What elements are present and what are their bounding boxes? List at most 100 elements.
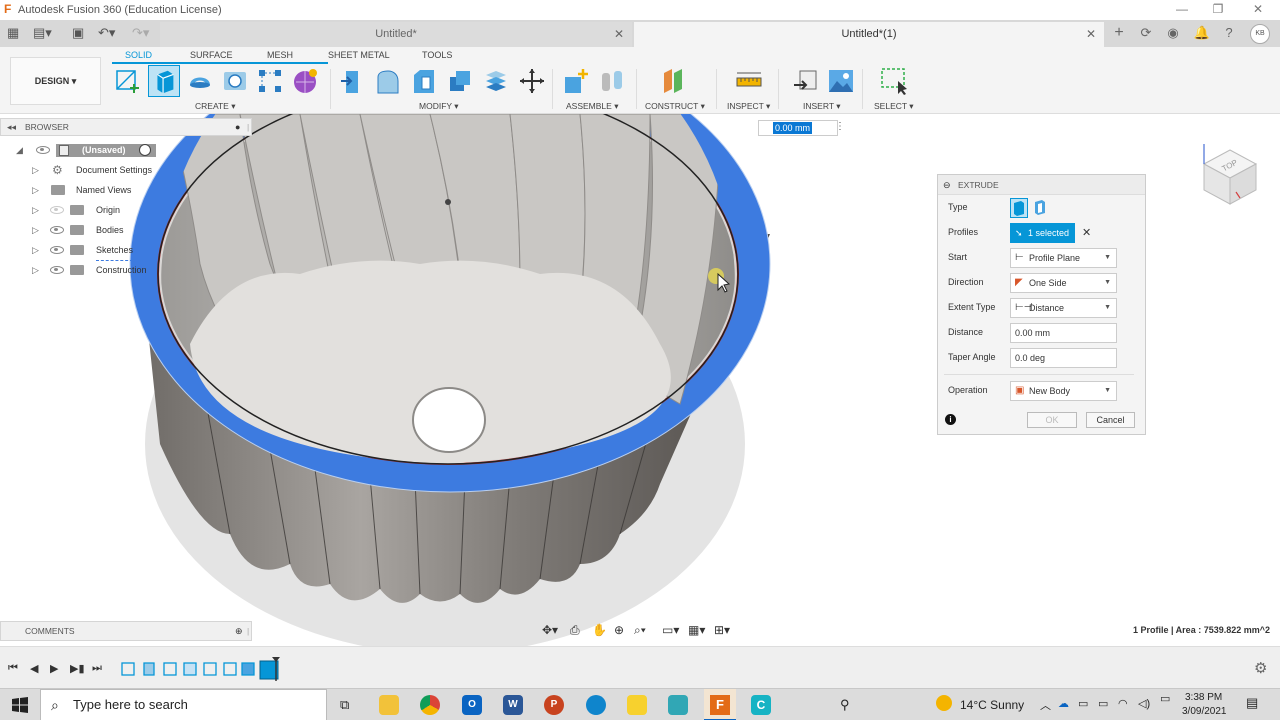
save-icon[interactable]: ▣ bbox=[72, 25, 84, 41]
display-settings-icon[interactable]: ▭▾ bbox=[662, 623, 679, 637]
tab-untitled[interactable]: Untitled* ✕ bbox=[160, 22, 632, 47]
expand-triangle-icon[interactable]: ▷ bbox=[32, 180, 39, 200]
type-solid-icon[interactable] bbox=[1010, 198, 1028, 218]
insert-canvas-icon[interactable] bbox=[827, 67, 855, 95]
timeline-settings-gear-icon[interactable]: ⚙ bbox=[1254, 659, 1267, 677]
press-pull-icon[interactable] bbox=[338, 67, 366, 95]
look-at-icon[interactable]: ⎙ bbox=[570, 623, 580, 638]
fit-icon[interactable]: ⌕▾ bbox=[634, 623, 646, 638]
sticky-notes-icon[interactable] bbox=[627, 695, 647, 715]
expand-triangle-icon[interactable]: ▷ bbox=[32, 240, 39, 260]
keyboard-layout-icon[interactable]: ▭ bbox=[1160, 692, 1170, 705]
timeline-features[interactable] bbox=[118, 657, 288, 681]
extent-dropdown[interactable]: ⊢⊣ Distance ▼ bbox=[1010, 298, 1117, 318]
create-sketch-icon[interactable] bbox=[114, 67, 142, 95]
cancel-button[interactable]: Cancel bbox=[1086, 412, 1135, 428]
assemble-menu[interactable]: ASSEMBLE ▾ bbox=[566, 101, 618, 112]
outlook-icon[interactable]: O bbox=[462, 695, 482, 715]
viewports-icon[interactable]: ⊞▾ bbox=[714, 623, 730, 637]
collapse-triangle-icon[interactable]: ◢ bbox=[16, 140, 23, 160]
tab-mesh[interactable]: MESH bbox=[267, 50, 293, 60]
task-view-icon[interactable]: ⧉ bbox=[340, 697, 349, 713]
distance-input-overlay[interactable]: 0.00 mm ⋮ bbox=[758, 120, 845, 136]
close-tab-icon[interactable]: ✕ bbox=[614, 22, 624, 47]
shell-icon[interactable] bbox=[446, 67, 474, 95]
people-icon[interactable]: ⚲ bbox=[840, 697, 850, 713]
browser-item-bodies[interactable]: ▷ Bodies bbox=[0, 220, 252, 240]
volume-icon[interactable]: ◁) bbox=[1138, 697, 1150, 710]
minimize-icon[interactable]: — bbox=[1172, 2, 1192, 16]
powerpoint-icon[interactable]: P bbox=[544, 695, 564, 715]
profiles-selection-button[interactable]: ➘ 1 selected bbox=[1010, 223, 1075, 243]
visibility-eye-icon[interactable] bbox=[50, 226, 64, 234]
browser-item-document-settings[interactable]: ▷ ⚙ Document Settings bbox=[0, 160, 252, 180]
select-menu[interactable]: SELECT ▾ bbox=[874, 101, 914, 112]
pin-icon[interactable]: ● bbox=[235, 119, 240, 135]
file-menu-icon[interactable]: ▤▾ bbox=[33, 25, 52, 41]
collapse-dialog-icon[interactable]: ⊖ bbox=[943, 175, 951, 195]
app-grid-icon[interactable]: ▦ bbox=[7, 25, 19, 41]
windows-start-icon[interactable] bbox=[12, 697, 28, 713]
word-icon[interactable]: W bbox=[503, 695, 523, 715]
revolve-icon[interactable] bbox=[186, 67, 214, 95]
more-options-icon[interactable]: ⋮ bbox=[835, 121, 845, 132]
tab-surface[interactable]: SURFACE bbox=[190, 50, 233, 60]
expand-triangle-icon[interactable]: ▷ bbox=[32, 260, 39, 280]
comments-panel[interactable]: COMMENTS ⊕ | bbox=[0, 621, 252, 641]
new-tab-icon[interactable]: + bbox=[1110, 24, 1128, 42]
new-component-icon[interactable] bbox=[562, 67, 590, 95]
create-form-icon[interactable] bbox=[291, 67, 319, 95]
pattern-icon[interactable] bbox=[256, 67, 284, 95]
file-explorer-icon[interactable] bbox=[379, 695, 399, 715]
clock-time[interactable]: 3:38 PM bbox=[1185, 692, 1222, 703]
step-back-icon[interactable]: ◀ bbox=[30, 662, 38, 675]
browser-item-construction[interactable]: ▷ Construction bbox=[0, 260, 252, 280]
grid-settings-icon[interactable]: ▦▾ bbox=[688, 623, 705, 637]
browser-item-origin[interactable]: ▷ Origin bbox=[0, 200, 252, 220]
notifications-icon[interactable]: 🔔 bbox=[1193, 24, 1211, 42]
battery-icon[interactable]: ▭ bbox=[1098, 697, 1108, 710]
close-window-icon[interactable]: ✕ bbox=[1248, 2, 1268, 16]
fusion-taskbar-button[interactable]: F bbox=[704, 689, 736, 720]
show-hidden-icons-icon[interactable]: ︿ bbox=[1040, 697, 1051, 713]
modify-menu[interactable]: MODIFY ▾ bbox=[419, 101, 459, 112]
taper-angle-input[interactable]: 0.0 deg bbox=[1010, 348, 1117, 368]
restore-icon[interactable]: ❐ bbox=[1208, 2, 1228, 16]
wifi-icon[interactable]: ◠ bbox=[1118, 697, 1128, 710]
expand-triangle-icon[interactable]: ▷ bbox=[32, 160, 39, 180]
chrome-icon[interactable] bbox=[420, 695, 440, 715]
clear-selection-icon[interactable]: ✕ bbox=[1082, 226, 1091, 239]
close-tab-icon[interactable]: ✕ bbox=[1086, 22, 1096, 47]
panel-handle-icon[interactable]: | bbox=[247, 119, 249, 135]
browser-item-named-views[interactable]: ▷ Named Views bbox=[0, 180, 252, 200]
fillet-icon[interactable] bbox=[374, 67, 402, 95]
visibility-eye-icon[interactable] bbox=[50, 246, 64, 254]
move-copy-icon[interactable] bbox=[518, 67, 546, 95]
meet-now-icon[interactable]: ▭ bbox=[1078, 697, 1088, 710]
tab-sheet-metal[interactable]: SHEET METAL bbox=[328, 50, 390, 60]
camtasia-icon[interactable]: C bbox=[751, 695, 771, 715]
distance-input[interactable]: 0.00 mm bbox=[1010, 323, 1117, 343]
operation-dropdown[interactable]: ▣ New Body ▼ bbox=[1010, 381, 1117, 401]
viewcube[interactable]: TOP bbox=[1196, 134, 1266, 206]
help-icon[interactable]: ? bbox=[1220, 24, 1238, 42]
clock-date[interactable]: 3/09/2021 bbox=[1182, 706, 1227, 717]
step-forward-icon[interactable]: ▶▮ bbox=[70, 662, 85, 675]
collapse-icon[interactable]: ◂◂ bbox=[7, 119, 16, 135]
visibility-eye-icon[interactable] bbox=[36, 146, 50, 154]
extrude-icon[interactable] bbox=[148, 65, 180, 97]
visibility-eye-icon[interactable] bbox=[50, 206, 64, 214]
insert-menu[interactable]: INSERT ▾ bbox=[803, 101, 841, 112]
avatar[interactable]: KB bbox=[1250, 24, 1270, 44]
edge-icon[interactable] bbox=[586, 695, 606, 715]
info-icon[interactable]: i bbox=[945, 414, 956, 425]
insert-derive-icon[interactable] bbox=[792, 67, 820, 95]
chamfer-icon[interactable] bbox=[410, 67, 438, 95]
redo-icon[interactable]: ↷▾ bbox=[132, 25, 149, 41]
add-comment-icon[interactable]: ⊕ bbox=[235, 622, 243, 640]
expand-triangle-icon[interactable]: ▷ bbox=[32, 220, 39, 240]
ok-button[interactable]: OK bbox=[1027, 412, 1077, 428]
combine-icon[interactable] bbox=[482, 67, 510, 95]
browser-root[interactable]: ◢ (Unsaved) bbox=[0, 140, 252, 160]
extrude-header[interactable]: ⊖ EXTRUDE bbox=[938, 175, 1145, 195]
